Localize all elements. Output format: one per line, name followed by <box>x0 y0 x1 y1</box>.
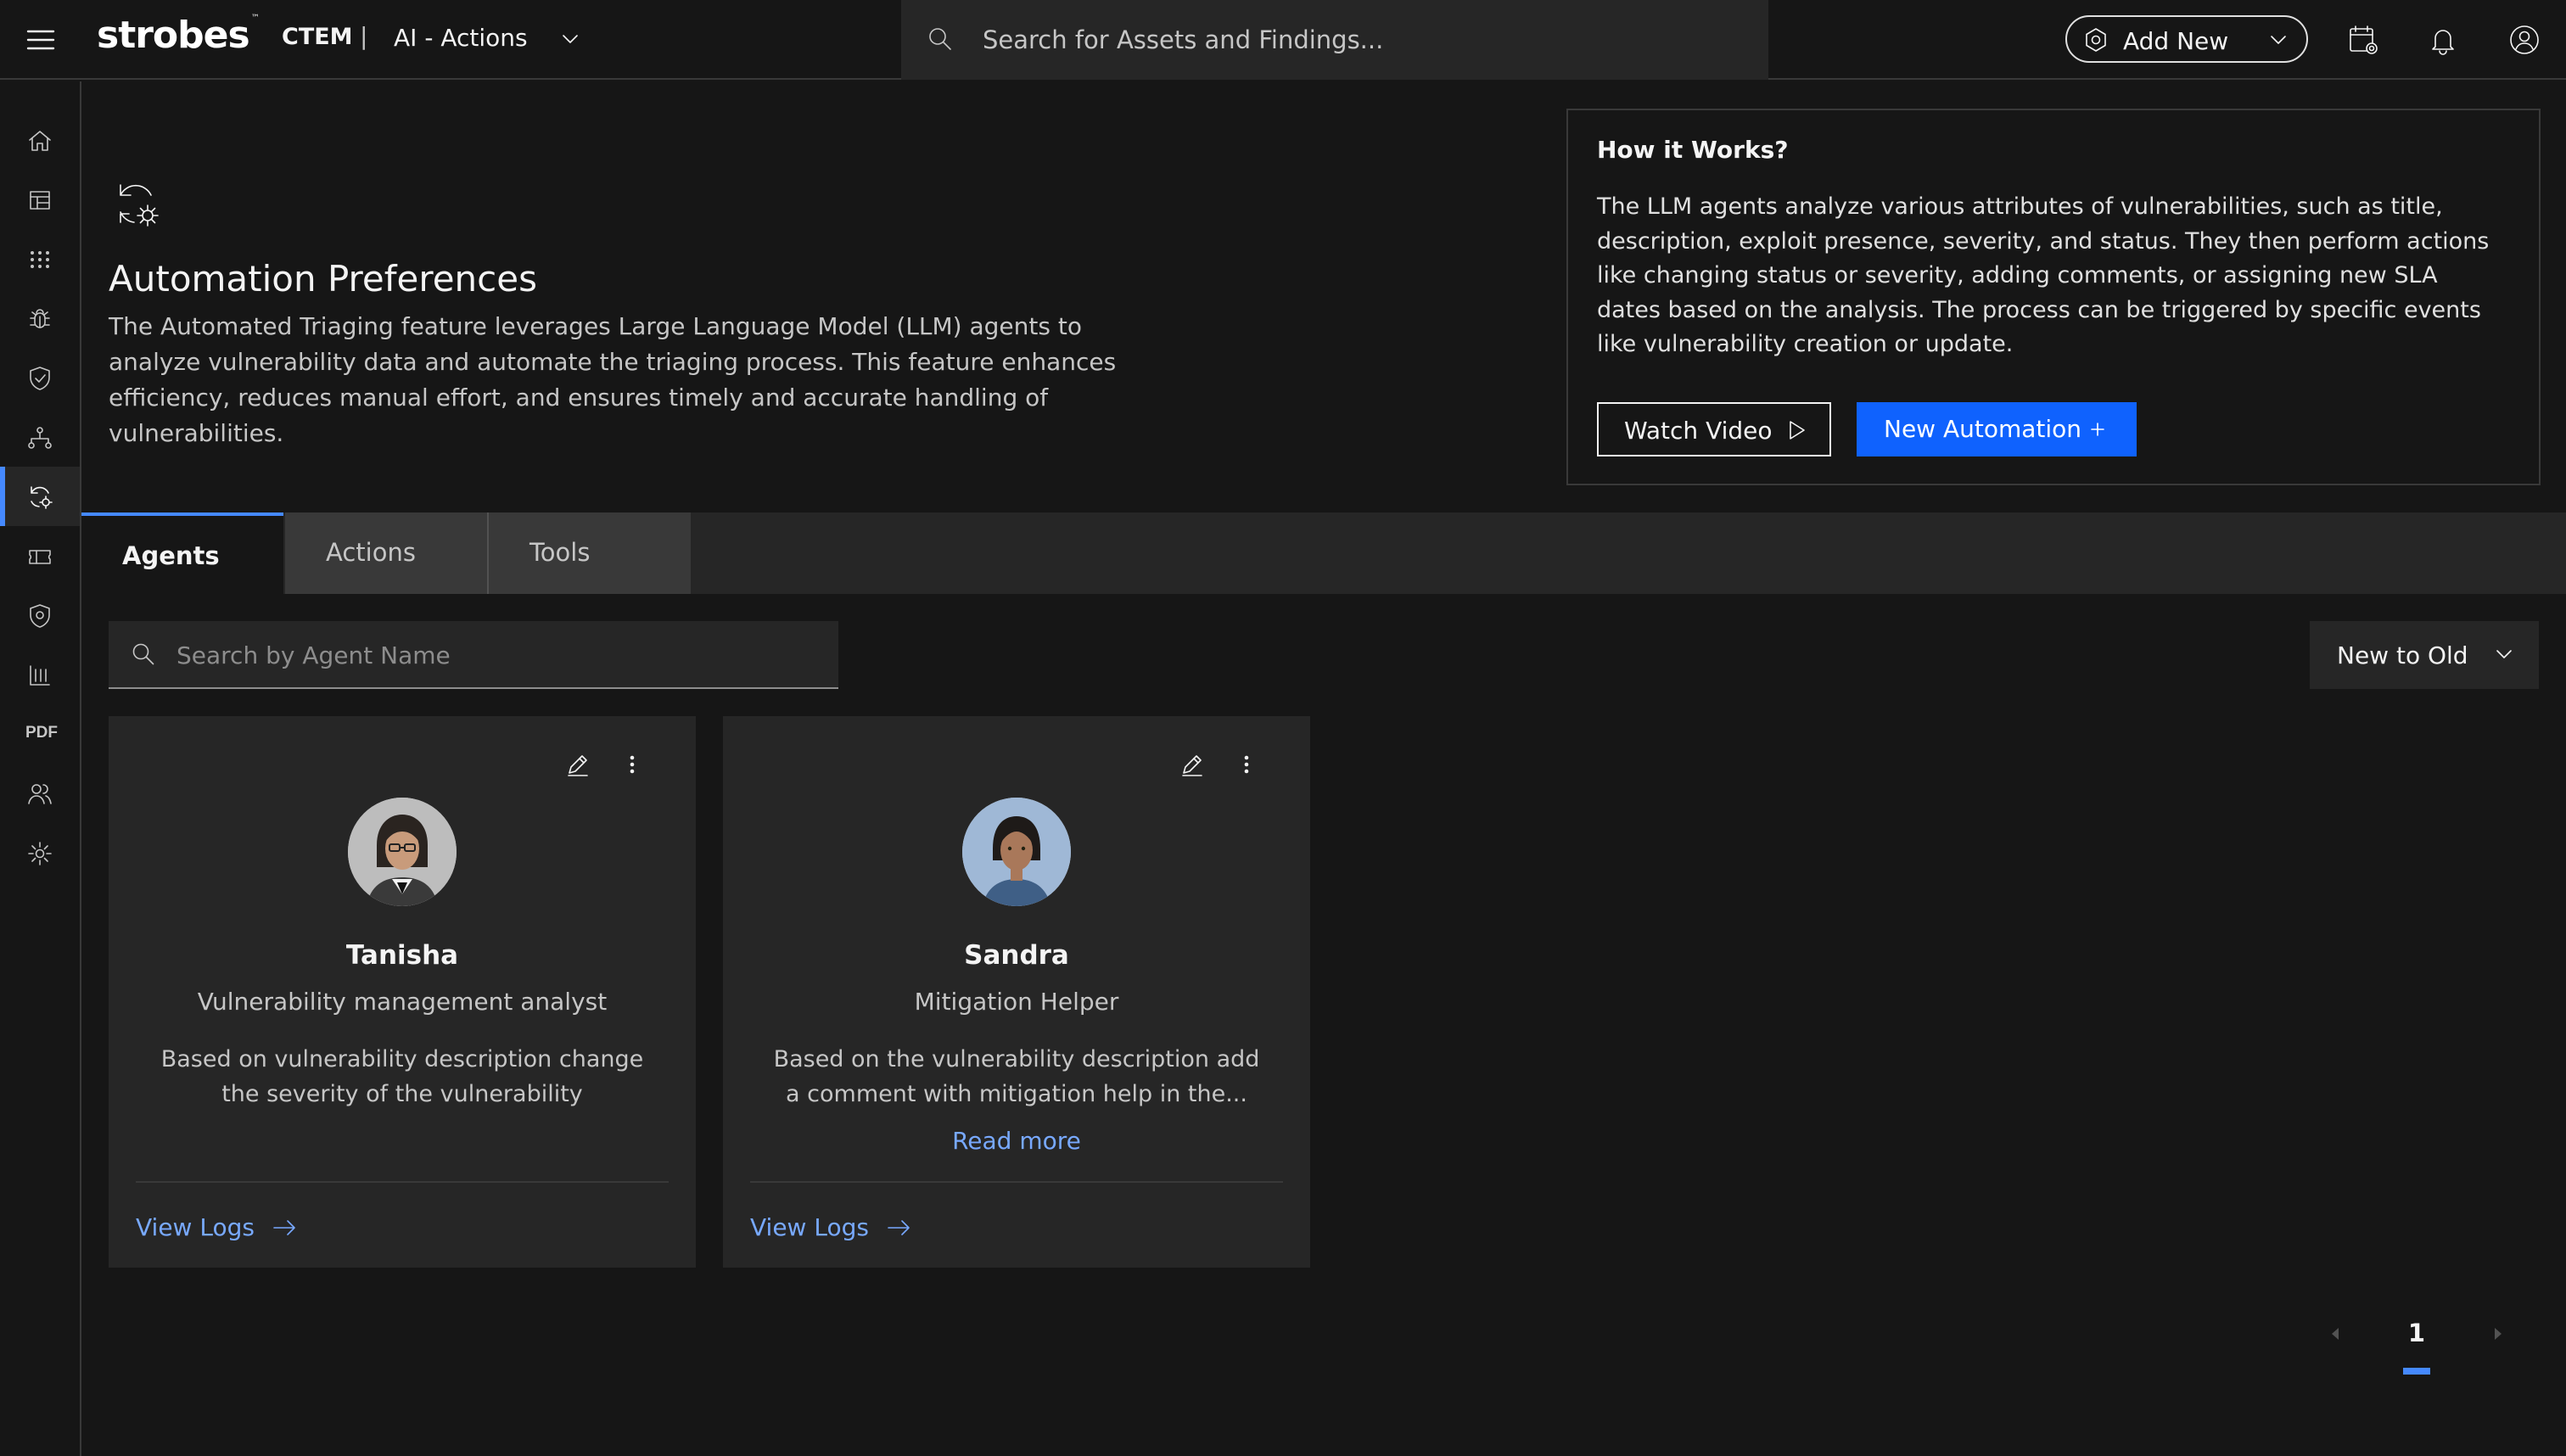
shield-check-icon <box>25 364 54 393</box>
search-icon <box>925 24 955 54</box>
nav-item-settings[interactable] <box>0 823 80 882</box>
arrow-right-icon <box>884 1213 913 1242</box>
page-description: The Automated Triaging feature leverages… <box>109 312 1117 447</box>
tab-tools-label: Tools <box>529 538 591 567</box>
agent-description: Based on the vulnerability description a… <box>773 1046 1260 1107</box>
top-header: strobes ™ CTEM | AI - Actions Search for … <box>0 0 2566 80</box>
context-switcher-label[interactable]: AI - Actions <box>394 24 528 52</box>
pagination-prev-icon[interactable] <box>2325 1324 2345 1344</box>
plus-icon <box>2086 417 2109 441</box>
sort-order-dropdown[interactable]: New to Old <box>2310 621 2539 689</box>
reports-icon <box>25 661 54 690</box>
agent-name: Tanisha <box>345 940 459 971</box>
tab-bar: Agents Actions Tools <box>81 512 2566 594</box>
chevron-down-icon[interactable] <box>558 27 582 51</box>
card-divider <box>750 1181 1283 1183</box>
view-logs-label: View Logs <box>750 1213 869 1241</box>
nav-item-dashboard[interactable] <box>0 170 80 229</box>
how-it-works-card: How it Works? The LLM agents analyze var… <box>1566 109 2541 485</box>
pagination-current-page[interactable]: 1 <box>2403 1319 2430 1347</box>
agent-search-input[interactable]: Search by Agent Name <box>109 621 838 689</box>
watch-video-button[interactable]: Watch Video <box>1597 402 1831 456</box>
agent-avatar <box>962 798 1071 906</box>
dashboard-icon <box>25 186 54 215</box>
tab-tools[interactable]: Tools <box>489 512 691 594</box>
add-new-button[interactable]: Add New <box>2065 15 2308 63</box>
overflow-menu-icon[interactable] <box>1232 750 1261 779</box>
play-icon <box>1784 417 1809 443</box>
add-new-label: Add New <box>2123 27 2229 55</box>
user-profile-icon[interactable] <box>2507 22 2542 58</box>
settings-icon <box>25 839 54 868</box>
agent-card[interactable]: Tanisha Vulnerability management analyst… <box>109 716 696 1268</box>
menu-icon[interactable] <box>25 25 56 54</box>
strobes-logo[interactable]: strobes ™ <box>97 14 260 57</box>
tab-agents-label: Agents <box>122 541 220 570</box>
edit-pencil-icon[interactable] <box>563 750 592 779</box>
nav-item-tickets[interactable] <box>0 526 80 585</box>
pdf-icon: PDF <box>25 724 58 742</box>
search-icon <box>129 640 158 669</box>
page-title: Automation Preferences <box>109 258 537 300</box>
sort-order-label: New to Old <box>2337 641 2468 669</box>
chevron-down-icon <box>2266 27 2291 53</box>
nav-item-network[interactable] <box>0 407 80 467</box>
pagination-next-icon[interactable] <box>2488 1324 2508 1344</box>
chevron-down-icon <box>2491 641 2517 667</box>
header-separator: | <box>360 22 368 50</box>
agent-name: Sandra <box>964 940 1069 971</box>
watch-video-label: Watch Video <box>1624 417 1773 445</box>
how-it-works-text: The LLM agents analyze various attribute… <box>1597 193 2490 357</box>
ticket-icon <box>25 542 54 571</box>
bug-icon <box>25 305 54 333</box>
nav-item-pdf[interactable]: PDF <box>0 704 80 764</box>
how-it-works-title: How it Works? <box>1597 136 1789 164</box>
agent-role: Mitigation Helper <box>914 988 1119 1016</box>
nav-item-reports[interactable] <box>0 645 80 704</box>
hexagon-gear-icon <box>2082 26 2109 53</box>
overflow-menu-icon[interactable] <box>618 750 647 779</box>
automation-icon <box>25 483 54 512</box>
nav-item-vulnerabilities[interactable] <box>0 288 80 348</box>
pagination-active-indicator <box>2403 1368 2430 1375</box>
agent-avatar <box>348 798 457 906</box>
agent-description: Based on vulnerability description chang… <box>160 1046 644 1107</box>
tab-actions[interactable]: Actions <box>285 512 487 594</box>
nav-item-users[interactable] <box>0 764 80 823</box>
nav-item-home[interactable] <box>0 110 80 170</box>
new-automation-label: New Automation <box>1884 415 2082 443</box>
logo-text: strobes <box>97 14 250 57</box>
tab-actions-label: Actions <box>326 538 416 567</box>
agent-search-placeholder: Search by Agent Name <box>176 641 451 669</box>
edit-pencil-icon[interactable] <box>1178 750 1207 779</box>
tab-agents[interactable]: Agents <box>81 512 283 594</box>
home-icon <box>25 126 54 155</box>
nav-item-compliance[interactable] <box>0 348 80 407</box>
apps-grid-icon <box>25 245 54 274</box>
nav-item-automation[interactable] <box>0 467 80 526</box>
users-icon <box>25 780 54 809</box>
location-shield-icon <box>25 602 54 630</box>
network-icon <box>25 423 54 452</box>
new-automation-button[interactable]: New Automation <box>1857 402 2137 456</box>
nav-item-apps[interactable] <box>0 229 80 288</box>
card-divider <box>136 1181 669 1183</box>
view-logs-label: View Logs <box>136 1213 255 1241</box>
notification-bell-icon[interactable] <box>2425 22 2461 58</box>
read-more-link[interactable]: Read more <box>723 1127 1310 1155</box>
global-search-placeholder: Search for Assets and Findings... <box>983 25 1384 54</box>
nav-item-threat-intel[interactable] <box>0 585 80 645</box>
arrow-right-icon <box>270 1213 299 1242</box>
side-navigation: PDF <box>0 81 81 1456</box>
logo-trademark: ™ <box>250 14 260 23</box>
agent-role: Vulnerability management analyst <box>197 988 608 1016</box>
automation-preferences-icon <box>109 176 165 232</box>
agent-card[interactable]: Sandra Mitigation Helper Based on the vu… <box>723 716 1310 1268</box>
product-name: CTEM <box>282 24 353 50</box>
global-search-input[interactable]: Search for Assets and Findings... <box>901 0 1768 80</box>
scan-calendar-icon[interactable] <box>2345 22 2381 58</box>
